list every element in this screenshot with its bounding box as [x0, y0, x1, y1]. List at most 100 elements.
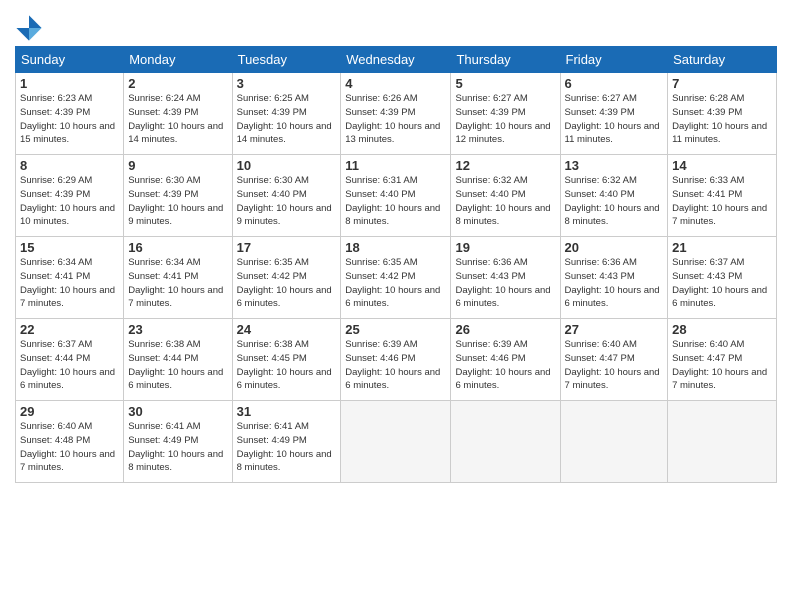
calendar: SundayMondayTuesdayWednesdayThursdayFrid… — [15, 46, 777, 483]
calendar-cell: 16 Sunrise: 6:34 AMSunset: 4:41 PMDaylig… — [124, 237, 232, 319]
day-number: 14 — [672, 158, 772, 173]
day-info: Sunrise: 6:35 AMSunset: 4:42 PMDaylight:… — [345, 257, 440, 309]
calendar-cell: 26 Sunrise: 6:39 AMSunset: 4:46 PMDaylig… — [451, 319, 560, 401]
day-info: Sunrise: 6:35 AMSunset: 4:42 PMDaylight:… — [237, 257, 332, 309]
day-number: 31 — [237, 404, 337, 419]
calendar-cell: 6 Sunrise: 6:27 AMSunset: 4:39 PMDayligh… — [560, 73, 668, 155]
calendar-cell: 28 Sunrise: 6:40 AMSunset: 4:47 PMDaylig… — [668, 319, 777, 401]
day-info: Sunrise: 6:24 AMSunset: 4:39 PMDaylight:… — [128, 93, 223, 145]
calendar-cell: 21 Sunrise: 6:37 AMSunset: 4:43 PMDaylig… — [668, 237, 777, 319]
day-info: Sunrise: 6:36 AMSunset: 4:43 PMDaylight:… — [455, 257, 550, 309]
header — [15, 10, 777, 42]
calendar-header-saturday: Saturday — [668, 47, 777, 73]
calendar-cell: 23 Sunrise: 6:38 AMSunset: 4:44 PMDaylig… — [124, 319, 232, 401]
calendar-header-sunday: Sunday — [16, 47, 124, 73]
day-number: 17 — [237, 240, 337, 255]
day-info: Sunrise: 6:37 AMSunset: 4:43 PMDaylight:… — [672, 257, 767, 309]
calendar-header-tuesday: Tuesday — [232, 47, 341, 73]
day-number: 28 — [672, 322, 772, 337]
day-number: 25 — [345, 322, 446, 337]
logo-icon — [15, 14, 43, 42]
day-number: 5 — [455, 76, 555, 91]
day-number: 4 — [345, 76, 446, 91]
day-info: Sunrise: 6:29 AMSunset: 4:39 PMDaylight:… — [20, 175, 115, 227]
day-number: 1 — [20, 76, 119, 91]
day-info: Sunrise: 6:25 AMSunset: 4:39 PMDaylight:… — [237, 93, 332, 145]
calendar-cell: 1 Sunrise: 6:23 AMSunset: 4:39 PMDayligh… — [16, 73, 124, 155]
calendar-cell: 11 Sunrise: 6:31 AMSunset: 4:40 PMDaylig… — [341, 155, 451, 237]
day-number: 20 — [565, 240, 664, 255]
day-number: 9 — [128, 158, 227, 173]
day-number: 29 — [20, 404, 119, 419]
calendar-cell: 3 Sunrise: 6:25 AMSunset: 4:39 PMDayligh… — [232, 73, 341, 155]
calendar-header-monday: Monday — [124, 47, 232, 73]
calendar-cell — [451, 401, 560, 483]
day-info: Sunrise: 6:34 AMSunset: 4:41 PMDaylight:… — [20, 257, 115, 309]
day-info: Sunrise: 6:30 AMSunset: 4:39 PMDaylight:… — [128, 175, 223, 227]
calendar-cell: 29 Sunrise: 6:40 AMSunset: 4:48 PMDaylig… — [16, 401, 124, 483]
day-number: 27 — [565, 322, 664, 337]
day-info: Sunrise: 6:38 AMSunset: 4:45 PMDaylight:… — [237, 339, 332, 391]
day-info: Sunrise: 6:31 AMSunset: 4:40 PMDaylight:… — [345, 175, 440, 227]
calendar-cell: 18 Sunrise: 6:35 AMSunset: 4:42 PMDaylig… — [341, 237, 451, 319]
day-number: 8 — [20, 158, 119, 173]
calendar-week-5: 29 Sunrise: 6:40 AMSunset: 4:48 PMDaylig… — [16, 401, 777, 483]
calendar-cell: 8 Sunrise: 6:29 AMSunset: 4:39 PMDayligh… — [16, 155, 124, 237]
day-info: Sunrise: 6:40 AMSunset: 4:47 PMDaylight:… — [672, 339, 767, 391]
day-number: 7 — [672, 76, 772, 91]
day-number: 22 — [20, 322, 119, 337]
calendar-cell: 24 Sunrise: 6:38 AMSunset: 4:45 PMDaylig… — [232, 319, 341, 401]
calendar-week-1: 1 Sunrise: 6:23 AMSunset: 4:39 PMDayligh… — [16, 73, 777, 155]
day-number: 26 — [455, 322, 555, 337]
day-number: 23 — [128, 322, 227, 337]
day-number: 15 — [20, 240, 119, 255]
day-number: 21 — [672, 240, 772, 255]
day-info: Sunrise: 6:40 AMSunset: 4:48 PMDaylight:… — [20, 421, 115, 473]
day-number: 11 — [345, 158, 446, 173]
calendar-cell: 31 Sunrise: 6:41 AMSunset: 4:49 PMDaylig… — [232, 401, 341, 483]
day-number: 10 — [237, 158, 337, 173]
calendar-cell: 10 Sunrise: 6:30 AMSunset: 4:40 PMDaylig… — [232, 155, 341, 237]
day-info: Sunrise: 6:32 AMSunset: 4:40 PMDaylight:… — [565, 175, 660, 227]
calendar-cell: 20 Sunrise: 6:36 AMSunset: 4:43 PMDaylig… — [560, 237, 668, 319]
calendar-header-wednesday: Wednesday — [341, 47, 451, 73]
day-number: 30 — [128, 404, 227, 419]
calendar-cell: 2 Sunrise: 6:24 AMSunset: 4:39 PMDayligh… — [124, 73, 232, 155]
calendar-cell: 30 Sunrise: 6:41 AMSunset: 4:49 PMDaylig… — [124, 401, 232, 483]
day-info: Sunrise: 6:26 AMSunset: 4:39 PMDaylight:… — [345, 93, 440, 145]
day-info: Sunrise: 6:30 AMSunset: 4:40 PMDaylight:… — [237, 175, 332, 227]
calendar-cell: 12 Sunrise: 6:32 AMSunset: 4:40 PMDaylig… — [451, 155, 560, 237]
calendar-week-3: 15 Sunrise: 6:34 AMSunset: 4:41 PMDaylig… — [16, 237, 777, 319]
day-number: 16 — [128, 240, 227, 255]
day-info: Sunrise: 6:37 AMSunset: 4:44 PMDaylight:… — [20, 339, 115, 391]
calendar-header-row: SundayMondayTuesdayWednesdayThursdayFrid… — [16, 47, 777, 73]
calendar-cell: 7 Sunrise: 6:28 AMSunset: 4:39 PMDayligh… — [668, 73, 777, 155]
calendar-cell — [560, 401, 668, 483]
day-number: 19 — [455, 240, 555, 255]
day-number: 6 — [565, 76, 664, 91]
calendar-cell: 4 Sunrise: 6:26 AMSunset: 4:39 PMDayligh… — [341, 73, 451, 155]
day-info: Sunrise: 6:27 AMSunset: 4:39 PMDaylight:… — [455, 93, 550, 145]
day-number: 3 — [237, 76, 337, 91]
calendar-cell: 9 Sunrise: 6:30 AMSunset: 4:39 PMDayligh… — [124, 155, 232, 237]
calendar-cell — [341, 401, 451, 483]
day-info: Sunrise: 6:36 AMSunset: 4:43 PMDaylight:… — [565, 257, 660, 309]
calendar-header-thursday: Thursday — [451, 47, 560, 73]
calendar-cell — [668, 401, 777, 483]
day-info: Sunrise: 6:34 AMSunset: 4:41 PMDaylight:… — [128, 257, 223, 309]
calendar-cell: 5 Sunrise: 6:27 AMSunset: 4:39 PMDayligh… — [451, 73, 560, 155]
page: SundayMondayTuesdayWednesdayThursdayFrid… — [0, 0, 792, 612]
day-info: Sunrise: 6:27 AMSunset: 4:39 PMDaylight:… — [565, 93, 660, 145]
calendar-week-4: 22 Sunrise: 6:37 AMSunset: 4:44 PMDaylig… — [16, 319, 777, 401]
calendar-cell: 13 Sunrise: 6:32 AMSunset: 4:40 PMDaylig… — [560, 155, 668, 237]
day-info: Sunrise: 6:28 AMSunset: 4:39 PMDaylight:… — [672, 93, 767, 145]
day-info: Sunrise: 6:41 AMSunset: 4:49 PMDaylight:… — [128, 421, 223, 473]
day-number: 12 — [455, 158, 555, 173]
day-info: Sunrise: 6:41 AMSunset: 4:49 PMDaylight:… — [237, 421, 332, 473]
calendar-cell: 14 Sunrise: 6:33 AMSunset: 4:41 PMDaylig… — [668, 155, 777, 237]
day-info: Sunrise: 6:33 AMSunset: 4:41 PMDaylight:… — [672, 175, 767, 227]
calendar-cell: 17 Sunrise: 6:35 AMSunset: 4:42 PMDaylig… — [232, 237, 341, 319]
calendar-cell: 27 Sunrise: 6:40 AMSunset: 4:47 PMDaylig… — [560, 319, 668, 401]
day-number: 18 — [345, 240, 446, 255]
calendar-cell: 15 Sunrise: 6:34 AMSunset: 4:41 PMDaylig… — [16, 237, 124, 319]
